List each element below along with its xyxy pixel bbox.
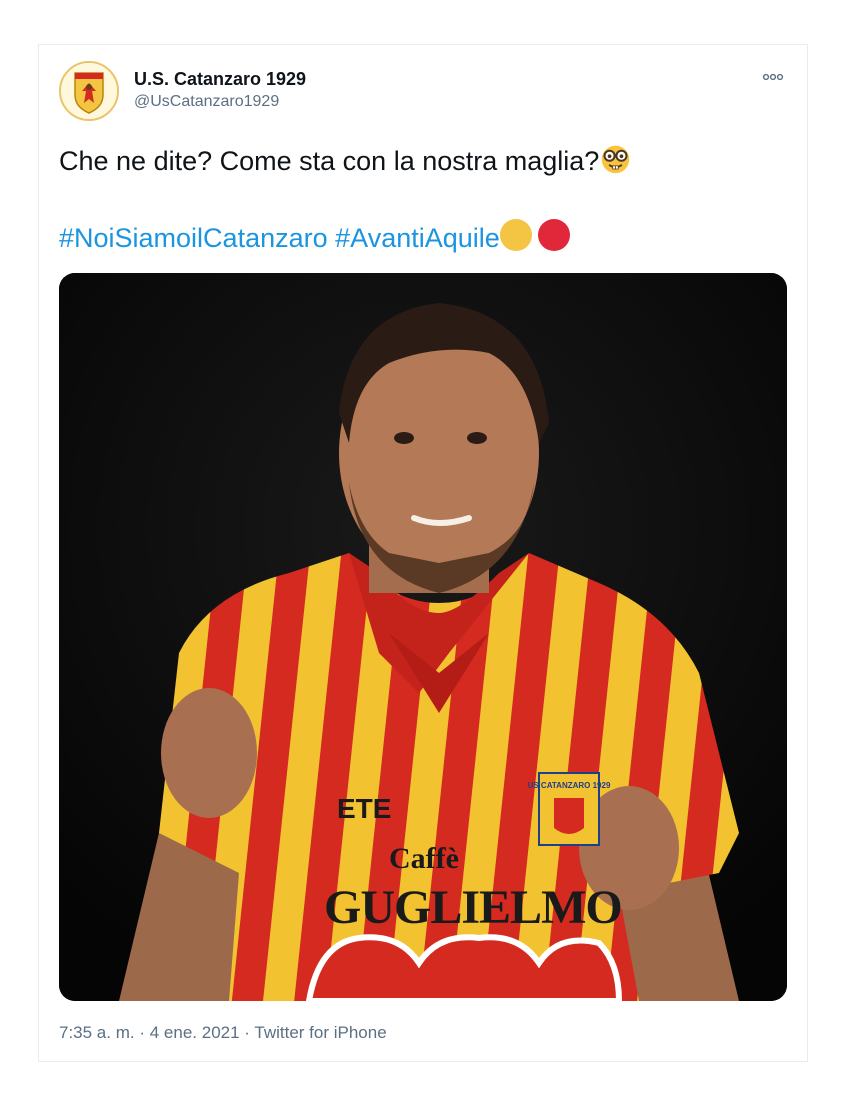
- tweet-source[interactable]: Twitter for iPhone: [254, 1023, 386, 1042]
- tweet-text: Che ne dite? Come sta con la nostra magl…: [59, 141, 787, 258]
- crest-text: US CATANZARO 1929: [528, 781, 611, 790]
- tweet-sentence: Che ne dite? Come sta con la nostra magl…: [59, 146, 600, 176]
- display-name[interactable]: U.S. Catanzaro 1929: [134, 67, 306, 91]
- tweet-header: U.S. Catanzaro 1929 @UsCatanzaro1929: [59, 61, 787, 125]
- avatar[interactable]: [59, 61, 119, 121]
- ellipsis-icon: [762, 73, 784, 81]
- sponsor-top-text: Caffè: [389, 842, 459, 875]
- account-handle[interactable]: @UsCatanzaro1929: [134, 91, 306, 113]
- meta-separator: ·: [244, 1023, 250, 1042]
- meta-separator: ·: [139, 1023, 146, 1042]
- more-options-button[interactable]: [759, 67, 787, 87]
- player-in-jersey-photo: US CATANZARO 1929 ETE Caffè GUGLIELMO: [59, 273, 787, 1001]
- tweet-meta: 7:35 a. m. · 4 ene. 2021 · Twitter for i…: [59, 1021, 387, 1045]
- nerd-face-emoji-icon: [602, 145, 630, 174]
- hashtag-link[interactable]: #NoiSiamoilCatanzaro: [59, 223, 328, 253]
- tweet-card: U.S. Catanzaro 1929 @UsCatanzaro1929 Che…: [38, 44, 808, 1062]
- tweet-photo[interactable]: US CATANZARO 1929 ETE Caffè GUGLIELMO: [59, 273, 787, 1001]
- kit-brand-text: ETE: [337, 793, 391, 824]
- tweet-date[interactable]: 4 ene. 2021: [150, 1023, 240, 1042]
- club-crest-icon: [61, 63, 117, 119]
- tweet-text-line2: #NoiSiamoilCatanzaro #AvantiAquile: [59, 217, 787, 258]
- tweet-time[interactable]: 7:35 a. m.: [59, 1023, 135, 1042]
- account-names: U.S. Catanzaro 1929 @UsCatanzaro1929: [134, 67, 306, 113]
- sponsor-main-text: GUGLIELMO: [324, 881, 622, 934]
- yellow-red-circles-emoji-icon: [499, 219, 570, 251]
- tweet-text-line1: Che ne dite? Come sta con la nostra magl…: [59, 141, 787, 181]
- hashtag-link[interactable]: #AvantiAquile: [335, 223, 500, 253]
